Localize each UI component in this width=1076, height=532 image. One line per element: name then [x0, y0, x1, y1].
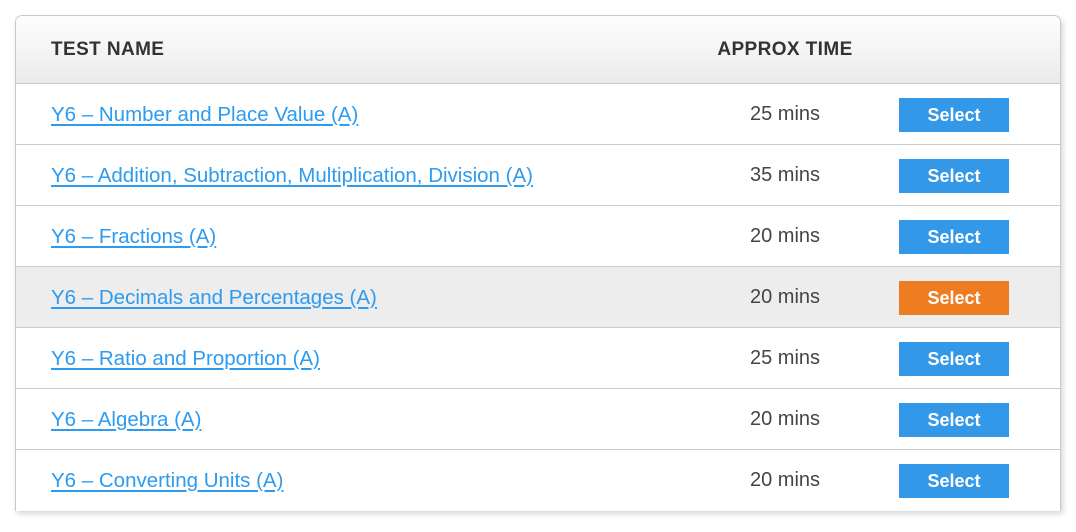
cell-approx-time: 25 mins [749, 347, 821, 369]
cell-approx-time: 20 mins [749, 225, 821, 247]
table-row[interactable]: Y6 – Ratio and Proportion (A) 25 mins Sele… [16, 328, 1060, 389]
table-body: Y6 – Number and Place Value (A) 25 mins Se… [16, 84, 1060, 511]
table-row[interactable]: Y6 – Fractions (A) 20 mins Select [16, 206, 1060, 267]
table-header-row: TEST NAME APPROX TIME [16, 16, 1060, 84]
select-button[interactable]: Select [899, 341, 1009, 376]
test-name-link[interactable]: Y6 – Decimals and Percentages (A) [51, 286, 377, 310]
test-list-table: TEST NAME APPROX TIME Y6 – Number and Pl… [15, 15, 1061, 511]
table-row[interactable]: Y6 – Number and Place Value (A) 25 mins Se… [16, 84, 1060, 145]
cell-approx-time: 20 mins [749, 469, 821, 491]
table-row[interactable]: Y6 – Algebra (A) 20 mins Select [16, 389, 1060, 450]
column-header-test-name: TEST NAME [51, 39, 165, 60]
cell-action: Select [899, 206, 1039, 267]
select-button[interactable]: Select [899, 280, 1009, 315]
cell-action: Select [899, 328, 1039, 389]
cell-test-name: Y6 – Converting Units (A) [51, 450, 283, 511]
select-button[interactable]: Select [899, 158, 1009, 193]
cell-action: Select [899, 145, 1039, 206]
test-name-link[interactable]: Y6 – Fractions (A) [51, 225, 216, 249]
test-name-link[interactable]: Y6 – Algebra (A) [51, 408, 201, 432]
test-name-link[interactable]: Y6 – Converting Units (A) [51, 469, 283, 493]
select-button[interactable]: Select [899, 463, 1009, 498]
cell-test-name: Y6 – Addition, Subtraction, Multiplicati… [51, 145, 533, 206]
cell-test-name: Y6 – Ratio and Proportion (A) [51, 328, 320, 389]
cell-test-name: Y6 – Fractions (A) [51, 206, 216, 267]
test-name-link[interactable]: Y6 – Number and Place Value (A) [51, 103, 358, 127]
cell-action: Select [899, 450, 1039, 511]
table-row[interactable]: Y6 – Addition, Subtraction, Multiplicati… [16, 145, 1060, 206]
cell-action: Select [899, 84, 1039, 145]
cell-approx-time: 20 mins [749, 286, 821, 308]
cell-action: Select [899, 389, 1039, 450]
table-row[interactable]: Y6 – Converting Units (A) 20 mins Select [16, 450, 1060, 511]
cell-approx-time: 25 mins [749, 103, 821, 125]
page-root: TEST NAME APPROX TIME Y6 – Number and Pl… [0, 0, 1076, 532]
select-button[interactable]: Select [899, 219, 1009, 254]
cell-action: Select [899, 267, 1039, 328]
cell-test-name: Y6 – Decimals and Percentages (A) [51, 267, 377, 328]
cell-approx-time: 20 mins [749, 408, 821, 430]
cell-test-name: Y6 – Algebra (A) [51, 389, 201, 450]
test-name-link[interactable]: Y6 – Ratio and Proportion (A) [51, 347, 320, 371]
column-header-approx-time: APPROX TIME [717, 39, 853, 60]
table-row[interactable]: Y6 – Decimals and Percentages (A) 20 mins… [16, 267, 1060, 328]
cell-test-name: Y6 – Number and Place Value (A) [51, 84, 358, 145]
select-button[interactable]: Select [899, 402, 1009, 437]
test-name-link[interactable]: Y6 – Addition, Subtraction, Multiplicati… [51, 164, 533, 188]
cell-approx-time: 35 mins [749, 164, 821, 186]
select-button[interactable]: Select [899, 97, 1009, 132]
